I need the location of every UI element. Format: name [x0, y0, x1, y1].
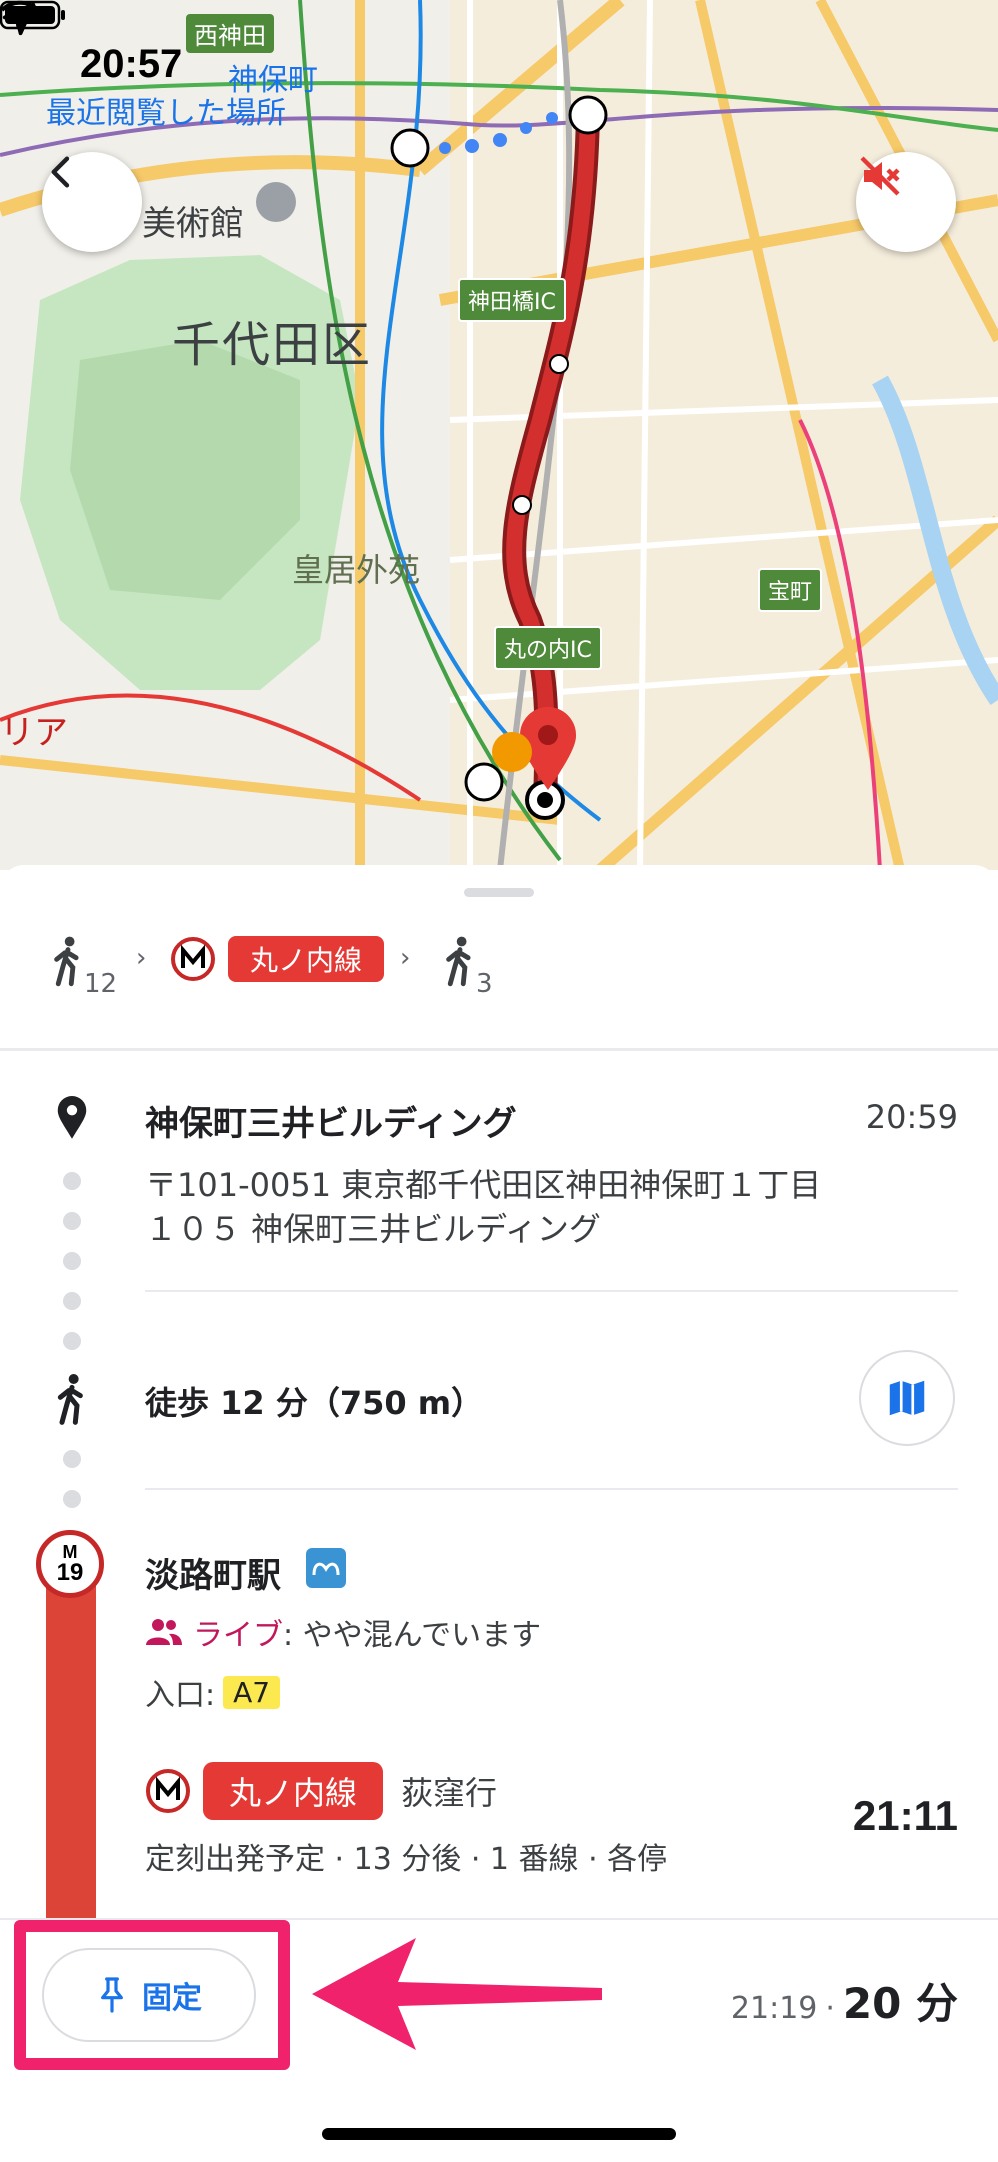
crowd-status: ライブ : やや混んでいます	[145, 1610, 541, 1654]
departure-info: 定刻出発予定 · 13 分後 · 1 番線 · 各停	[145, 1842, 668, 1877]
map-label-recent[interactable]: 最近閲覧した場所	[46, 88, 286, 132]
arrival-time: 21:19	[730, 1991, 818, 2026]
line-pill: 丸ノ内線	[203, 1762, 384, 1820]
walk-step-text: 徒歩 12 分（750 m）	[145, 1384, 484, 1422]
summary-line-pill: 丸ノ内線	[228, 936, 384, 982]
map-icon	[889, 1380, 925, 1416]
walk-icon	[446, 936, 471, 987]
station-name[interactable]: 淡路町駅	[145, 1548, 281, 1597]
origin-time: 20:59	[865, 1098, 958, 1136]
timeline-dot	[63, 1252, 81, 1270]
divider	[0, 1048, 998, 1051]
timeline-dot	[63, 1172, 81, 1190]
annotation-arrow-icon	[312, 1938, 602, 2050]
map-label-kanda-ic: 神田橋IC	[458, 278, 566, 322]
divider	[145, 1290, 958, 1292]
origin-address: 〒101-0051 東京都千代田区神田神保町１丁目１０５ 神保町三井ビルディング	[145, 1166, 822, 1248]
metro-m-icon	[171, 937, 215, 981]
crowd-live-label: ライブ	[193, 1618, 283, 1653]
map-label-nishikanda: 西神田	[186, 14, 274, 53]
walk1-minutes: 12	[84, 969, 118, 999]
home-indicator[interactable]	[322, 2128, 676, 2140]
chevron-right-icon: ›	[136, 943, 147, 973]
chevron-right-icon: ›	[400, 943, 411, 973]
station-number-badge: M 19	[36, 1530, 104, 1598]
metro-m-icon	[146, 1769, 190, 1813]
map-label-museum: 美術館	[142, 204, 244, 244]
walk-icon	[54, 936, 79, 987]
people-icon	[146, 1619, 182, 1645]
entrance-info: 入口: A7	[145, 1670, 281, 1714]
timeline-dot	[63, 1450, 81, 1468]
timeline-dot	[63, 1292, 81, 1310]
status-time: 20:57	[80, 42, 183, 86]
line-destination: 荻窪行	[401, 1774, 498, 1812]
map-label-marunouchi-ic: 丸の内IC	[494, 626, 602, 670]
tokyo-metro-icon	[306, 1548, 346, 1588]
origin-name: 神保町三井ビルディング	[145, 1104, 517, 1144]
eta-separator: ·	[825, 1991, 835, 2026]
eta-summary: 21:19 · 20 分	[731, 1970, 958, 2031]
map-label-area: リア	[0, 713, 68, 753]
map-label-takaracho: 宝町	[758, 568, 823, 612]
timeline-dot	[63, 1490, 81, 1508]
highlight-annotation-box	[14, 1920, 290, 2070]
exit-tag: A7	[223, 1675, 281, 1709]
crowd-text: : やや混んでいます	[283, 1618, 542, 1653]
back-button[interactable]	[42, 152, 142, 252]
speaker-muted-icon	[860, 156, 900, 196]
timeline-dot	[63, 1332, 81, 1350]
mute-button[interactable]	[856, 152, 956, 252]
entrance-label: 入口:	[145, 1678, 216, 1713]
walk-icon	[57, 1374, 83, 1425]
show-walk-map-button[interactable]	[859, 1350, 955, 1446]
location-pin-icon	[57, 1096, 87, 1139]
map-view[interactable]: 西神田 神保町 最近閲覧した場所 美術館 千代田区 皇居外苑 神田橋IC 丸の内…	[0, 0, 998, 870]
map-label-kokyo: 皇居外苑	[292, 551, 421, 589]
divider	[145, 1488, 958, 1490]
route-summary[interactable]: 12 › 丸ノ内線 › 3	[0, 925, 998, 1045]
transit-line-row[interactable]: 丸ノ内線 荻窪行	[145, 1762, 497, 1820]
sheet-drag-handle[interactable]	[464, 888, 534, 897]
station-badge-number: 19	[56, 1559, 84, 1586]
battery-icon	[0, 0, 65, 30]
map-label-ward: 千代田区	[172, 317, 373, 373]
walk2-minutes: 3	[476, 969, 493, 999]
chevron-left-icon	[51, 156, 70, 188]
departure-time: 21:11	[852, 1792, 958, 1839]
timeline-dot	[63, 1212, 81, 1230]
trip-duration: 20 分	[842, 1979, 958, 2028]
